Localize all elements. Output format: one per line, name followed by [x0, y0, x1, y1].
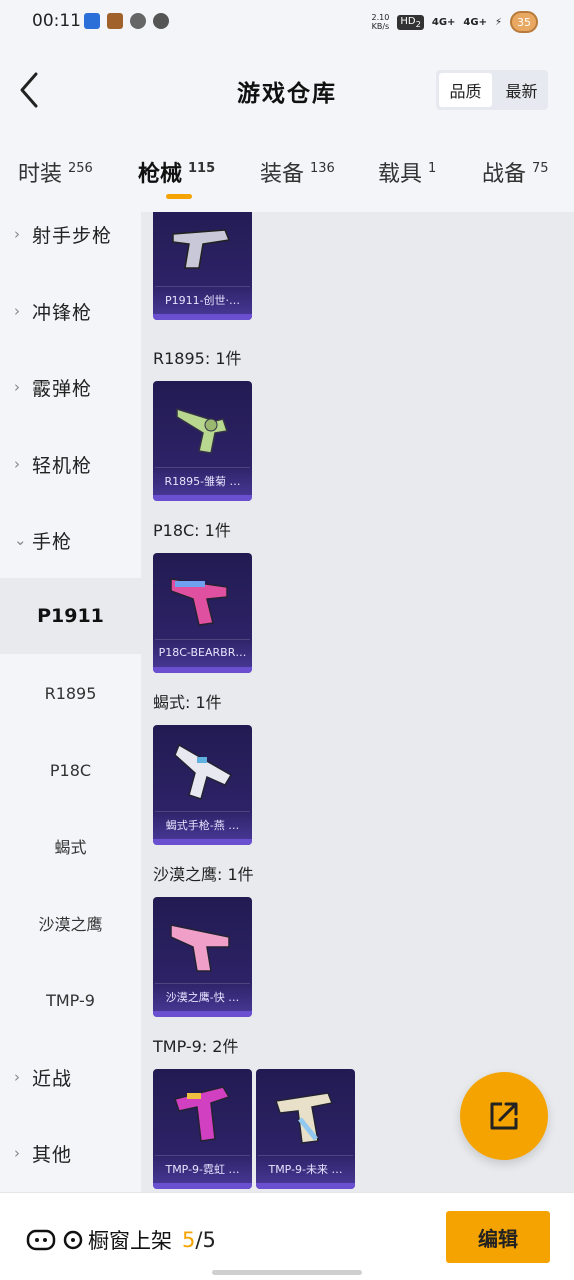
card-rarity-bar [153, 839, 252, 845]
tab-vehicles[interactable]: 载具 1 [378, 156, 436, 188]
sort-option-newest[interactable]: 最新 [495, 70, 548, 110]
status-time: 00:11 [32, 11, 81, 31]
smg-pistol-icon [174, 743, 233, 800]
card-rarity-bar [153, 1011, 252, 1017]
group-label-r1895: R1895: 1件 [153, 349, 242, 368]
shelf-label: 橱窗上架 [88, 1229, 172, 1253]
shelf-total-count: /5 [195, 1228, 216, 1252]
subitem-scorpion[interactable]: 蝎式 [0, 808, 141, 884]
sort-option-quality[interactable]: 品质 [439, 73, 492, 107]
weapon-card-name: R1895-雏菊 … [155, 467, 250, 493]
chevron-right-icon: › [14, 1068, 21, 1086]
category-smg[interactable]: › 冲锋枪 [0, 273, 141, 349]
weapon-card-name: P18C-BEARBR… [155, 639, 250, 665]
chevron-down-icon: ⌄ [14, 531, 28, 549]
weapon-card-name: 沙漠之鹰-快 … [155, 983, 250, 1009]
category-marksman-rifle[interactable]: › 射手步枪 [0, 212, 141, 272]
app-notification-icon [84, 13, 100, 29]
pistol-icon [170, 578, 228, 626]
group-label-desert-eagle: 沙漠之鹰: 1件 [153, 865, 254, 884]
weapon-category-sidebar: › 射手步枪 › 冲锋枪 › 霰弹枪 › 轻机枪 ⌄ 手枪 P1911 R1895 P18… [0, 212, 141, 1192]
header: 游戏仓库 品质 最新 [0, 44, 574, 140]
chevron-right-icon: › [14, 225, 21, 243]
net-speed: 2.10 KB/s [371, 13, 390, 31]
smg-icon [275, 1092, 334, 1144]
group-label-scorpion: 蝎式: 1件 [153, 693, 222, 712]
category-lmg[interactable]: › 轻机枪 [0, 426, 141, 502]
signal-icon: 4G+ [431, 16, 456, 28]
subitem-tmp9[interactable]: TMP-9 [0, 962, 141, 1038]
game-notification-icon [107, 13, 123, 29]
weapon-card[interactable]: 蝎式手枪-燕 … [153, 725, 252, 845]
weapon-card-name: TMP-9-未来 … [258, 1155, 353, 1181]
tab-firearms[interactable]: 枪械 115 [138, 156, 215, 199]
weapon-card[interactable]: P18C-BEARBR… [153, 553, 252, 673]
bottom-bar: 橱窗上架 5 /5 编辑 [0, 1192, 574, 1280]
battery-icon: 35 [510, 11, 538, 33]
weapon-card[interactable]: 沙漠之鹰-快 … [153, 897, 252, 1017]
external-link-icon [490, 1102, 518, 1130]
category-shotgun[interactable]: › 霰弹枪 [0, 349, 141, 425]
chat-bubble-icon [63, 1230, 83, 1250]
card-rarity-bar [153, 314, 252, 320]
subitem-p18c[interactable]: P18C [0, 732, 141, 808]
weapon-card[interactable]: P1911-创世·… [153, 212, 252, 320]
charging-icon: ⚡ [494, 16, 502, 28]
showcase-shelf-status: 橱窗上架 5 /5 [26, 1225, 216, 1255]
card-rarity-bar [153, 495, 252, 501]
category-tabs: 时装 256 枪械 115 装备 136 载具 1 战备 75 [0, 140, 574, 212]
group-label-tmp9: TMP-9: 2件 [153, 1037, 239, 1056]
weapon-card-name: TMP-9-霓虹 … [155, 1155, 250, 1181]
shelf-used-count: 5 [182, 1228, 196, 1252]
active-tab-indicator [166, 194, 192, 199]
status-right: 2.10 KB/s HD2 4G+ 4G+ ⚡ 35 [372, 8, 538, 36]
edit-button[interactable]: 编辑 [446, 1211, 550, 1263]
category-melee[interactable]: › 近战 [0, 1039, 141, 1115]
share-button[interactable] [460, 1072, 548, 1160]
pistol-icon [170, 924, 230, 972]
showcase-icon [26, 1229, 56, 1251]
sort-toggle: 品质 最新 [436, 70, 548, 110]
pistol-icon [172, 229, 231, 269]
card-rarity-bar [153, 1183, 252, 1189]
weapon-card[interactable]: TMP-9-霓虹 … [153, 1069, 252, 1189]
weapon-card-name: 蝎式手枪-燕 … [155, 811, 250, 837]
weapon-grid: P1911-创世·… R1895: 1件 R1895-雏菊 … P18C: 1件… [141, 212, 574, 1192]
category-other[interactable]: › 其他 [0, 1115, 141, 1191]
chevron-right-icon: › [14, 378, 21, 396]
card-rarity-bar [256, 1183, 355, 1189]
chevron-right-icon: › [14, 1144, 21, 1162]
card-rarity-bar [153, 667, 252, 673]
hd-icon: HD2 [397, 14, 424, 30]
tab-fashion[interactable]: 时装 256 [18, 156, 93, 188]
group-label-p18c: P18C: 1件 [153, 521, 231, 540]
chat-icon [153, 13, 169, 29]
tab-equipment[interactable]: 装备 136 [260, 156, 335, 188]
smg-icon [174, 1086, 231, 1142]
signal-icon-2: 4G+ [463, 16, 487, 28]
home-indicator[interactable] [212, 1270, 362, 1275]
weapon-card[interactable]: R1895-雏菊 … [153, 381, 252, 501]
weapon-card-name: P1911-创世·… [155, 286, 250, 312]
link-icon [130, 13, 146, 29]
chevron-right-icon: › [14, 302, 21, 320]
subitem-r1895[interactable]: R1895 [0, 655, 141, 731]
status-bar: 00:11 2.10 KB/s HD2 4G+ 4G+ ⚡ 35 [0, 0, 574, 44]
chevron-right-icon: › [14, 455, 21, 473]
revolver-icon [176, 407, 228, 454]
subitem-p1911[interactable]: P1911 [0, 578, 141, 654]
category-pistol[interactable]: ⌄ 手枪 [0, 502, 141, 578]
subitem-desert-eagle[interactable]: 沙漠之鹰 [0, 885, 141, 961]
weapon-card[interactable]: TMP-9-未来 … [256, 1069, 355, 1189]
tab-supplies[interactable]: 战备 75 [482, 156, 549, 188]
